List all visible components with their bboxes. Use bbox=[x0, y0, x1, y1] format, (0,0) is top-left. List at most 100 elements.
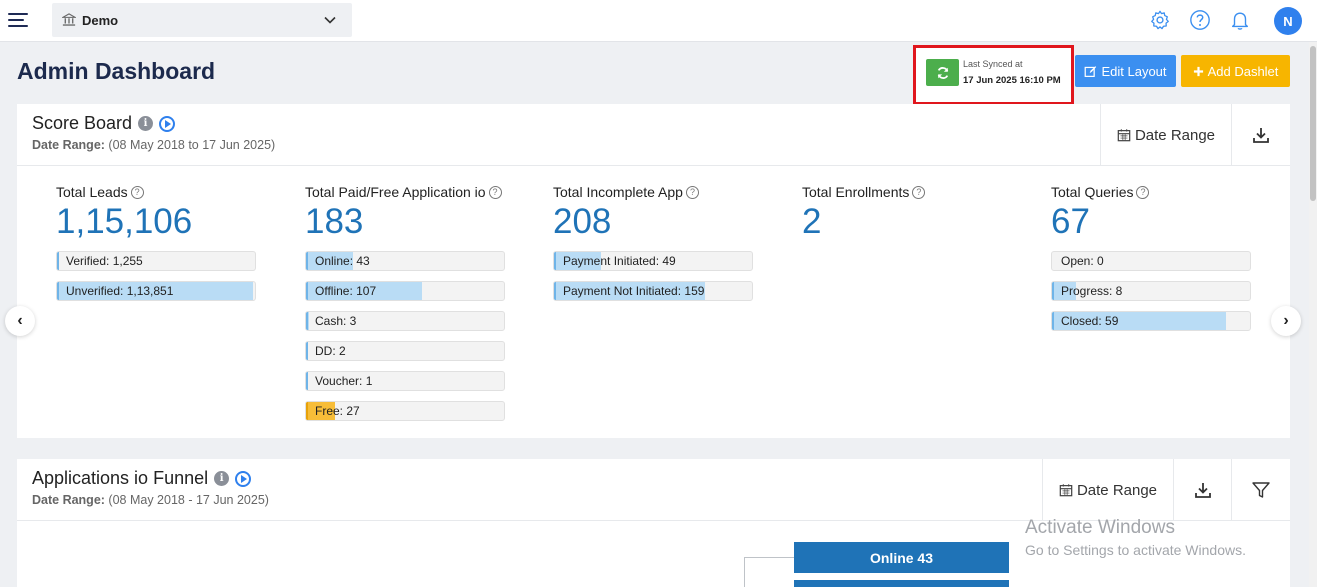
bar-label: Open: 0 bbox=[1061, 254, 1104, 268]
help-circle-icon[interactable]: ? bbox=[488, 185, 502, 199]
page-scrollbar[interactable] bbox=[1309, 42, 1317, 587]
bar-label: Progress: 8 bbox=[1061, 284, 1123, 298]
stat-breakdown-bar[interactable]: Cash: 3 bbox=[305, 311, 505, 331]
stat-column: Total Paid/Free Application io? 183 Online… bbox=[305, 184, 505, 421]
date-range-value: (08 May 2018 to 17 Jun 2025) bbox=[108, 138, 276, 152]
help-icon[interactable] bbox=[1189, 9, 1211, 31]
gear-icon[interactable] bbox=[1149, 9, 1171, 31]
funnel-date-range-button[interactable]: Date Range bbox=[1042, 459, 1173, 521]
institution-icon bbox=[62, 13, 76, 26]
help-circle-icon[interactable]: ? bbox=[685, 185, 699, 199]
bar-label: Online: 43 bbox=[315, 254, 370, 268]
stat-label: Total Paid/Free Application io? bbox=[305, 184, 505, 200]
stat-breakdown-bar[interactable]: Unverified: 1,13,851 bbox=[56, 281, 256, 301]
top-navbar: Demo N bbox=[0, 0, 1317, 42]
sync-status-panel: Last Synced at 17 Jun 2025 16:10 PM bbox=[913, 45, 1074, 105]
add-dashlet-button[interactable]: Add Dashlet bbox=[1181, 55, 1290, 87]
add-dashlet-label: Add Dashlet bbox=[1207, 63, 1279, 79]
bar-label: Payment Initiated: 49 bbox=[563, 254, 676, 268]
download-button[interactable] bbox=[1231, 104, 1290, 166]
bar-label: Unverified: 1,13,851 bbox=[66, 284, 174, 298]
institution-select[interactable]: Demo bbox=[52, 3, 352, 37]
stat-value[interactable]: 183 bbox=[305, 202, 505, 242]
bar-label: DD: 2 bbox=[315, 344, 346, 358]
bar-label: Payment Not Initiated: 159 bbox=[563, 284, 705, 298]
chevron-down-icon bbox=[324, 16, 336, 24]
sync-label: Last Synced at bbox=[963, 59, 1023, 69]
download-icon bbox=[1253, 128, 1269, 143]
page-title: Admin Dashboard bbox=[17, 58, 216, 84]
stat-breakdown-bar[interactable]: Progress: 8 bbox=[1051, 281, 1251, 301]
help-circle-icon[interactable]: ? bbox=[130, 185, 144, 199]
stat-breakdown-bar[interactable]: Closed: 59 bbox=[1051, 311, 1251, 331]
stat-column: Total Leads? 1,15,106 Verified: 1,255 Unver… bbox=[56, 184, 256, 301]
carousel-prev-button[interactable]: ‹ bbox=[5, 306, 35, 336]
stat-value[interactable]: 208 bbox=[553, 202, 753, 242]
play-icon[interactable] bbox=[159, 115, 176, 132]
edit-layout-label: Edit Layout bbox=[1101, 63, 1167, 79]
stat-value[interactable]: 1,15,106 bbox=[56, 202, 256, 242]
bar-label: Voucher: 1 bbox=[315, 374, 373, 388]
watermark-line2: Go to Settings to activate Windows. bbox=[1025, 542, 1246, 558]
stat-value[interactable]: 2 bbox=[802, 202, 1002, 242]
stat-label: Total Enrollments? bbox=[802, 184, 1002, 200]
help-circle-icon[interactable]: ? bbox=[1136, 185, 1150, 199]
funnel-stage-next[interactable] bbox=[794, 580, 1009, 587]
stat-column: Total Enrollments? 2 bbox=[802, 184, 1002, 242]
refresh-icon bbox=[937, 66, 948, 79]
info-icon[interactable]: i bbox=[214, 471, 230, 486]
stat-breakdown-bar[interactable]: Open: 0 bbox=[1051, 251, 1251, 271]
bar-label: Free: 27 bbox=[315, 404, 360, 418]
stat-column: Total Queries? 67 Open: 0 Progress: 8 Closed… bbox=[1051, 184, 1251, 331]
stat-breakdown-bar[interactable]: Free: 27 bbox=[305, 401, 505, 421]
carousel-next-button[interactable]: › bbox=[1271, 306, 1301, 336]
windows-activation-watermark: Activate Windows Go to Settings to activ… bbox=[1025, 517, 1246, 558]
stat-label-text: Total Leads bbox=[56, 184, 128, 200]
stat-breakdown-bar[interactable]: Payment Not Initiated: 159 bbox=[553, 281, 753, 301]
scoreboard-title-text: Score Board bbox=[32, 113, 133, 133]
sync-button[interactable] bbox=[926, 59, 959, 86]
calendar-icon bbox=[1117, 129, 1131, 142]
play-icon[interactable] bbox=[235, 470, 252, 487]
stat-label: Total Incomplete App? bbox=[553, 184, 753, 200]
hamburger-menu-icon[interactable] bbox=[8, 11, 30, 29]
download-icon bbox=[1194, 483, 1211, 498]
stat-breakdown-bar[interactable]: Online: 43 bbox=[305, 251, 505, 271]
stat-label-text: Total Incomplete App bbox=[553, 184, 683, 200]
stat-breakdown-bar[interactable]: DD: 2 bbox=[305, 341, 505, 361]
edit-icon bbox=[1085, 65, 1097, 77]
scoreboard-header: Score Board i Date Range: (08 May 2018 t… bbox=[17, 104, 1290, 166]
stat-breakdown-bar[interactable]: Payment Initiated: 49 bbox=[553, 251, 753, 271]
funnel-title: Applications io Funnel i bbox=[32, 468, 252, 489]
funnel-date-range-label: Date Range bbox=[1076, 481, 1158, 499]
funnel-download-button[interactable] bbox=[1173, 459, 1231, 521]
stat-label-text: Total Queries bbox=[1051, 184, 1134, 200]
scoreboard-card: Score Board i Date Range: (08 May 2018 t… bbox=[17, 104, 1290, 438]
stat-label-text: Total Paid/Free Application io bbox=[305, 184, 486, 200]
info-icon[interactable]: i bbox=[138, 116, 154, 131]
date-range-label: Date Range: bbox=[32, 138, 105, 152]
bar-label: Verified: 1,255 bbox=[66, 254, 143, 268]
calendar-icon bbox=[1059, 484, 1073, 497]
stat-breakdown-bar[interactable]: Verified: 1,255 bbox=[56, 251, 256, 271]
stat-breakdown-bar[interactable]: Offline: 107 bbox=[305, 281, 505, 301]
funnel-title-text: Applications io Funnel bbox=[32, 468, 209, 488]
scrollbar-thumb[interactable] bbox=[1310, 46, 1316, 201]
user-avatar[interactable]: N bbox=[1274, 7, 1302, 35]
date-range-button[interactable]: Date Range bbox=[1100, 104, 1231, 166]
date-range-value: (08 May 2018 - 17 Jun 2025) bbox=[108, 493, 269, 507]
sync-time: 17 Jun 2025 16:10 PM bbox=[963, 75, 1061, 86]
stat-value[interactable]: 67 bbox=[1051, 202, 1251, 242]
stat-column: Total Incomplete App? 208 Payment Initiate… bbox=[553, 184, 753, 301]
date-range-button-label: Date Range bbox=[1134, 126, 1216, 144]
date-range-label: Date Range: bbox=[32, 493, 105, 507]
edit-layout-button[interactable]: Edit Layout bbox=[1075, 55, 1176, 87]
help-circle-icon[interactable]: ? bbox=[912, 185, 926, 199]
funnel-connector bbox=[744, 557, 794, 587]
funnel-filter-button[interactable] bbox=[1231, 459, 1290, 521]
watermark-line1: Activate Windows bbox=[1025, 517, 1175, 538]
bell-icon[interactable] bbox=[1229, 9, 1251, 31]
stat-breakdown-bar[interactable]: Voucher: 1 bbox=[305, 371, 505, 391]
bar-label: Offline: 107 bbox=[315, 284, 377, 298]
funnel-stage-online[interactable]: Online 43 bbox=[794, 542, 1009, 573]
